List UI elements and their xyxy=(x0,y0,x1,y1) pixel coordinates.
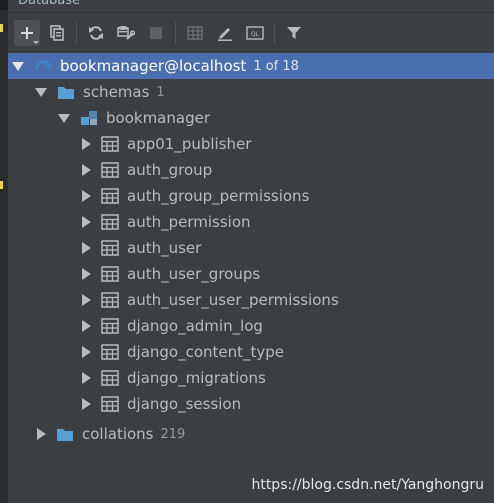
table-label: django_admin_log xyxy=(127,317,263,335)
schemas-count: 1 xyxy=(156,84,165,100)
table-icon xyxy=(101,344,119,360)
folder-icon xyxy=(57,85,75,100)
database-toolbar: QL xyxy=(8,13,494,53)
tree-node-table[interactable]: auth_group xyxy=(8,157,494,183)
table-icon xyxy=(101,188,119,204)
expand-arrow-icon[interactable] xyxy=(37,428,46,440)
tree-node-schemas[interactable]: schemas 1 xyxy=(8,79,494,105)
table-label: django_migrations xyxy=(127,369,266,387)
collations-label: collations xyxy=(82,425,154,443)
toolbar-separator xyxy=(76,22,77,44)
datasource-count: 1 of 18 xyxy=(253,58,299,74)
table-icon xyxy=(101,370,119,386)
expand-arrow-icon[interactable] xyxy=(82,164,91,176)
filter-icon xyxy=(287,27,301,39)
table-label: auth_group xyxy=(127,161,213,179)
duplicate-button[interactable] xyxy=(44,20,70,46)
expand-arrow-icon[interactable] xyxy=(82,190,91,202)
expand-arrow-icon[interactable] xyxy=(82,294,91,306)
gutter-marker xyxy=(0,181,3,189)
collations-count: 219 xyxy=(160,426,186,442)
tree-node-table[interactable]: auth_user xyxy=(8,235,494,261)
mysql-datasource-icon xyxy=(34,57,52,75)
panel-title-bar: Database xyxy=(8,0,494,13)
expand-arrow-icon[interactable] xyxy=(82,138,91,150)
sync-settings-icon xyxy=(117,26,135,40)
table-icon xyxy=(101,240,119,256)
toolbar-separator xyxy=(274,22,275,44)
datasource-label: bookmanager@localhost xyxy=(60,57,247,75)
table-label: app01_publisher xyxy=(127,135,252,153)
table-editor-icon xyxy=(187,26,203,40)
tree-node-table[interactable]: django_session xyxy=(8,391,494,417)
gutter-marker xyxy=(0,24,3,32)
svg-text:QL: QL xyxy=(251,31,260,38)
console-icon: QL xyxy=(246,26,264,40)
tree-node-table[interactable]: auth_user_groups xyxy=(8,261,494,287)
editor-gutter-strip xyxy=(0,0,8,503)
chevron-down-icon xyxy=(33,41,39,44)
tree-node-table[interactable]: django_content_type xyxy=(8,339,494,365)
expand-arrow-icon[interactable] xyxy=(82,216,91,228)
tree-node-table[interactable]: auth_user_user_permissions xyxy=(8,287,494,313)
table-label: auth_group_permissions xyxy=(127,187,310,205)
schema-label: bookmanager xyxy=(106,109,210,127)
table-label: auth_user xyxy=(127,239,202,257)
tree-node-table[interactable]: auth_permission xyxy=(8,209,494,235)
edit-button[interactable] xyxy=(212,20,238,46)
expand-arrow-icon[interactable] xyxy=(82,242,91,254)
expand-arrow-icon[interactable] xyxy=(82,268,91,280)
tree-node-table[interactable]: django_migrations xyxy=(8,365,494,391)
table-icon xyxy=(101,162,119,178)
tree-node-table[interactable]: app01_publisher xyxy=(8,131,494,157)
schema-sync-button[interactable] xyxy=(113,20,139,46)
expand-arrow-icon[interactable] xyxy=(12,61,24,71)
table-icon xyxy=(101,292,119,308)
stop-button[interactable] xyxy=(143,20,169,46)
table-label: django_session xyxy=(127,395,242,413)
add-button[interactable] xyxy=(14,20,40,46)
table-icon xyxy=(101,266,119,282)
toolbar-separator xyxy=(175,22,176,44)
edit-icon xyxy=(218,28,232,41)
table-icon xyxy=(101,136,119,152)
schema-icon xyxy=(80,110,98,126)
expand-arrow-icon[interactable] xyxy=(35,87,47,97)
expand-arrow-icon[interactable] xyxy=(82,398,91,410)
tree-node-schema[interactable]: bookmanager xyxy=(8,105,494,131)
duplicate-icon xyxy=(50,25,64,41)
filter-button[interactable] xyxy=(281,20,307,46)
tree-node-table[interactable]: auth_group_permissions xyxy=(8,183,494,209)
table-editor-button[interactable] xyxy=(182,20,208,46)
watermark: https://blog.csdn.net/Yanghongru xyxy=(251,477,484,493)
database-tree: bookmanager@localhost 1 of 18 schemas 1 … xyxy=(8,53,494,503)
tree-node-collations[interactable]: collations 219 xyxy=(8,421,494,447)
expand-arrow-icon[interactable] xyxy=(82,320,91,332)
panel-title: Database xyxy=(18,0,81,8)
refresh-icon xyxy=(89,26,103,40)
table-label: django_content_type xyxy=(127,343,285,361)
add-icon xyxy=(21,27,33,39)
tree-node-table[interactable]: django_admin_log xyxy=(8,313,494,339)
console-button[interactable]: QL xyxy=(242,20,268,46)
table-icon xyxy=(101,396,119,412)
table-label: auth_permission xyxy=(127,213,251,231)
refresh-button[interactable] xyxy=(83,20,109,46)
schemas-label: schemas xyxy=(83,83,150,101)
table-label: auth_user_user_permissions xyxy=(127,291,339,309)
table-icon xyxy=(101,214,119,230)
tree-node-datasource[interactable]: bookmanager@localhost 1 of 18 xyxy=(8,53,494,79)
table-label: auth_user_groups xyxy=(127,265,261,283)
stop-icon xyxy=(150,27,162,39)
expand-arrow-icon[interactable] xyxy=(82,346,91,358)
table-icon xyxy=(101,318,119,334)
expand-arrow-icon[interactable] xyxy=(58,113,70,123)
folder-icon xyxy=(56,427,74,442)
expand-arrow-icon[interactable] xyxy=(82,372,91,384)
